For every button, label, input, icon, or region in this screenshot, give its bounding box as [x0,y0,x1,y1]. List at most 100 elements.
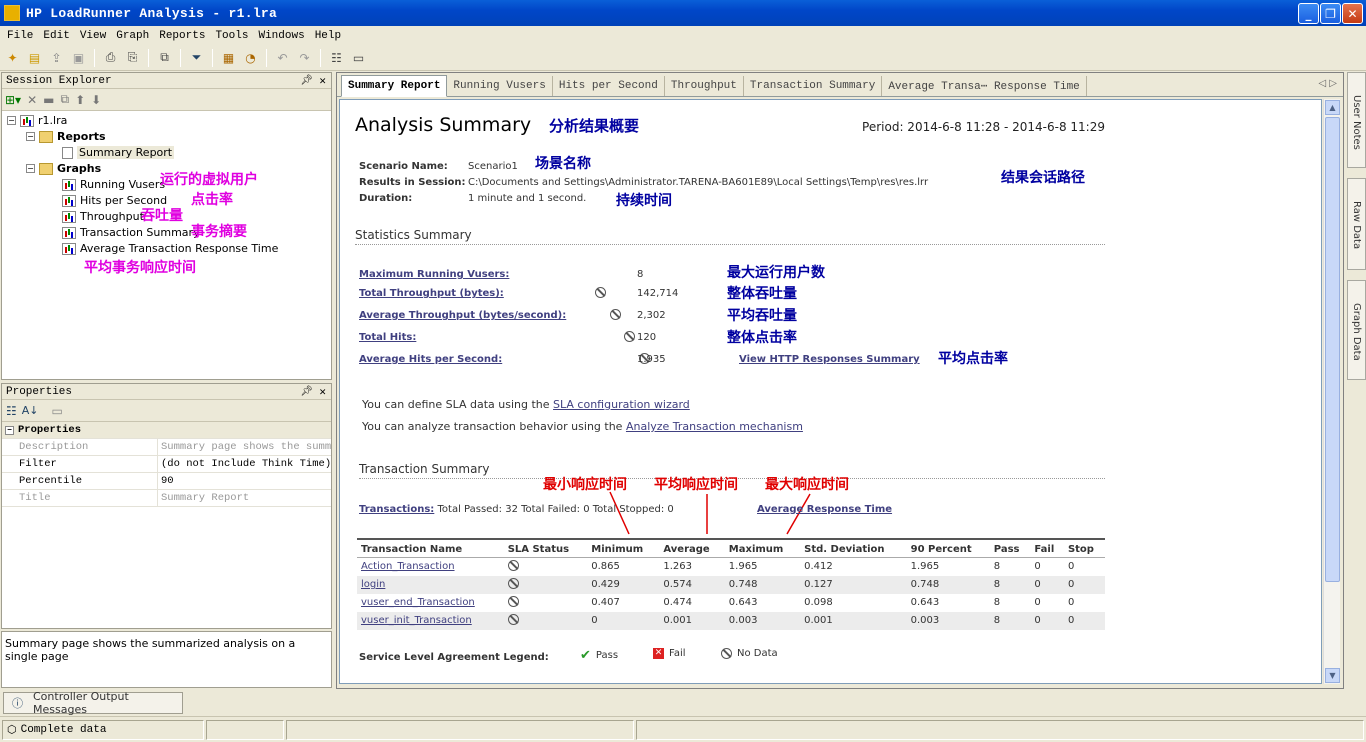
delete-icon[interactable]: ✕ [27,93,37,107]
graph-label: Throughput [80,210,144,223]
property-row-percentile[interactable]: Percentile 90 [2,473,331,490]
menu-windows[interactable]: Windows [253,30,309,42]
controller-output-tab[interactable]: ⓘ Controller Output Messages [3,690,183,716]
tab-hits-per-second[interactable]: Hits per Second [553,76,665,96]
tree-graph-transaction-summary[interactable]: Transaction Summary [62,226,200,239]
property-row-description[interactable]: DescriptionSummary page shows the summar… [2,439,331,456]
categorized-icon[interactable]: ☷ [6,404,17,418]
tree-reports-folder[interactable]: − Reports [26,130,106,143]
filter-icon[interactable]: ⏷ [187,49,206,67]
scrollbar-thumb[interactable] [1325,117,1340,582]
tree-summary-report[interactable]: Summary Report [62,146,175,159]
print-preview-icon[interactable]: ⎘ [123,49,142,67]
cell-90-percent: 0.003 [906,611,990,630]
move-up-icon[interactable]: ⬆ [75,93,85,107]
tree-graph-running-vusers[interactable]: Running Vusers [62,178,165,191]
transactions-link[interactable]: Transactions: [359,504,434,515]
new-session-icon[interactable]: ✦ [3,49,22,67]
annotation-throughput: 吞吐量 [141,208,183,224]
property-value[interactable]: (do not Include Think Time) [158,456,331,472]
report-vertical-scrollbar[interactable]: ▲ ▼ [1323,99,1340,684]
tab-running-vusers[interactable]: Running Vusers [447,76,553,96]
collapse-icon[interactable]: − [26,164,35,173]
tab-transaction-summary[interactable]: Transaction Summary [744,76,883,96]
average-response-time-link[interactable]: Average Response Time [757,504,892,515]
toolbar-separator [320,48,321,67]
alphabetical-icon[interactable]: A↓ [22,404,39,417]
tab-graph-data[interactable]: Graph Data [1347,280,1366,380]
property-row-title[interactable]: Title Summary Report [2,490,331,507]
redo-icon[interactable]: ↷ [295,49,314,67]
cell-fail: 0 [1034,561,1041,573]
menu-view[interactable]: View [75,30,111,42]
sla-no-data-icon [507,613,519,625]
rename-icon[interactable]: ▬ [43,93,54,107]
scroll-down-arrow-icon[interactable]: ▼ [1325,668,1340,683]
transaction-name-link[interactable]: login [361,579,385,590]
print-icon[interactable]: ⎙ [101,49,120,67]
add-graph-icon[interactable]: ▦ [219,49,238,67]
cell-pass: 8 [993,561,1001,573]
transaction-name-link[interactable]: vuser_end_Transaction [361,597,475,608]
pin-icon[interactable]: 📌︎ [300,386,313,398]
property-pages-icon[interactable]: ▭ [52,404,63,418]
collapse-icon[interactable]: − [7,116,16,125]
tree-root[interactable]: − r1.lra [7,114,67,127]
tree-graphs-folder[interactable]: − Graphs [26,162,101,175]
properties-toolbar: ☷ A↓ ▭ [2,400,331,422]
tab-throughput[interactable]: Throughput [665,76,744,96]
property-value[interactable]: 90 [158,473,331,489]
app-icon [4,5,20,21]
tab-raw-data[interactable]: Raw Data [1347,178,1366,270]
duplicate-icon[interactable]: ⧉ [60,92,69,107]
column-average: Average [659,538,725,558]
tab-scroll-arrows-icon[interactable]: ◁ ▷ [1318,78,1337,89]
undo-icon[interactable]: ↶ [273,49,292,67]
tree-graph-throughput[interactable]: Throughput [62,210,144,223]
menu-help[interactable]: Help [310,30,346,42]
copy-graph-icon[interactable]: ⧉ [155,49,174,67]
save-icon[interactable]: ▣ [69,49,88,67]
menu-edit[interactable]: Edit [38,30,74,42]
legend-nodata-label: No Data [737,648,778,659]
transaction-name-link[interactable]: Action_Transaction [361,561,455,572]
tab-user-notes[interactable]: User Notes [1347,72,1366,168]
transaction-table: Transaction Name SLA Status Minimum Aver… [357,538,1105,630]
close-button[interactable]: ✕ [1342,3,1363,24]
column-pass: Pass [989,538,1031,558]
collapse-icon[interactable]: − [26,132,35,141]
annotation-transaction-summary: 事务摘要 [191,224,247,240]
close-panel-icon[interactable]: ✕ [319,74,326,88]
menu-reports[interactable]: Reports [154,30,210,42]
collapse-icon[interactable]: − [5,425,14,435]
templates-icon[interactable]: ☷ [327,49,346,67]
properties-section[interactable]: − Properties [2,422,331,439]
menu-graph[interactable]: Graph [111,30,154,42]
tree-graph-avg-transaction-response[interactable]: Average Transaction Response Time [62,242,278,255]
scroll-up-arrow-icon[interactable]: ▲ [1325,100,1340,115]
report-icon[interactable]: ▭ [349,49,368,67]
column-maximum: Maximum [724,538,801,558]
open-session-icon[interactable]: ▤ [25,49,44,67]
pin-icon[interactable]: 📌︎ [300,75,313,87]
property-row-filter[interactable]: Filter (do not Include Think Time) [2,456,331,473]
add-graph-icon[interactable]: ⊞▾ [5,93,21,107]
cell-transaction-name: Action_Transaction [357,558,504,576]
menu-tools[interactable]: Tools [210,30,253,42]
summary-report-label: Summary Report [77,146,175,159]
transaction-name-link[interactable]: vuser_init_Transaction [361,615,472,626]
legend-no-data: No Data [721,648,778,659]
transactions-counts: Transactions: Total Passed: 32 Total Fai… [359,504,674,515]
status-segment [206,719,284,740]
import-icon[interactable]: ⇪ [47,49,66,67]
maximize-button[interactable]: ❐ [1320,3,1341,24]
tab-summary-report[interactable]: Summary Report [341,75,448,97]
menu-file[interactable]: File [2,30,38,42]
minimize-button[interactable]: _ [1298,3,1319,24]
close-panel-icon[interactable]: ✕ [319,385,326,399]
tab-average-transaction-response-time[interactable]: Average Transa⋯ Response Time [882,76,1087,96]
cross-result-icon[interactable]: ◔ [241,49,260,67]
right-sidebar: User Notes Raw Data Graph Data [1345,72,1366,689]
session-file-icon [20,114,34,127]
move-down-icon[interactable]: ⬇ [91,93,101,107]
